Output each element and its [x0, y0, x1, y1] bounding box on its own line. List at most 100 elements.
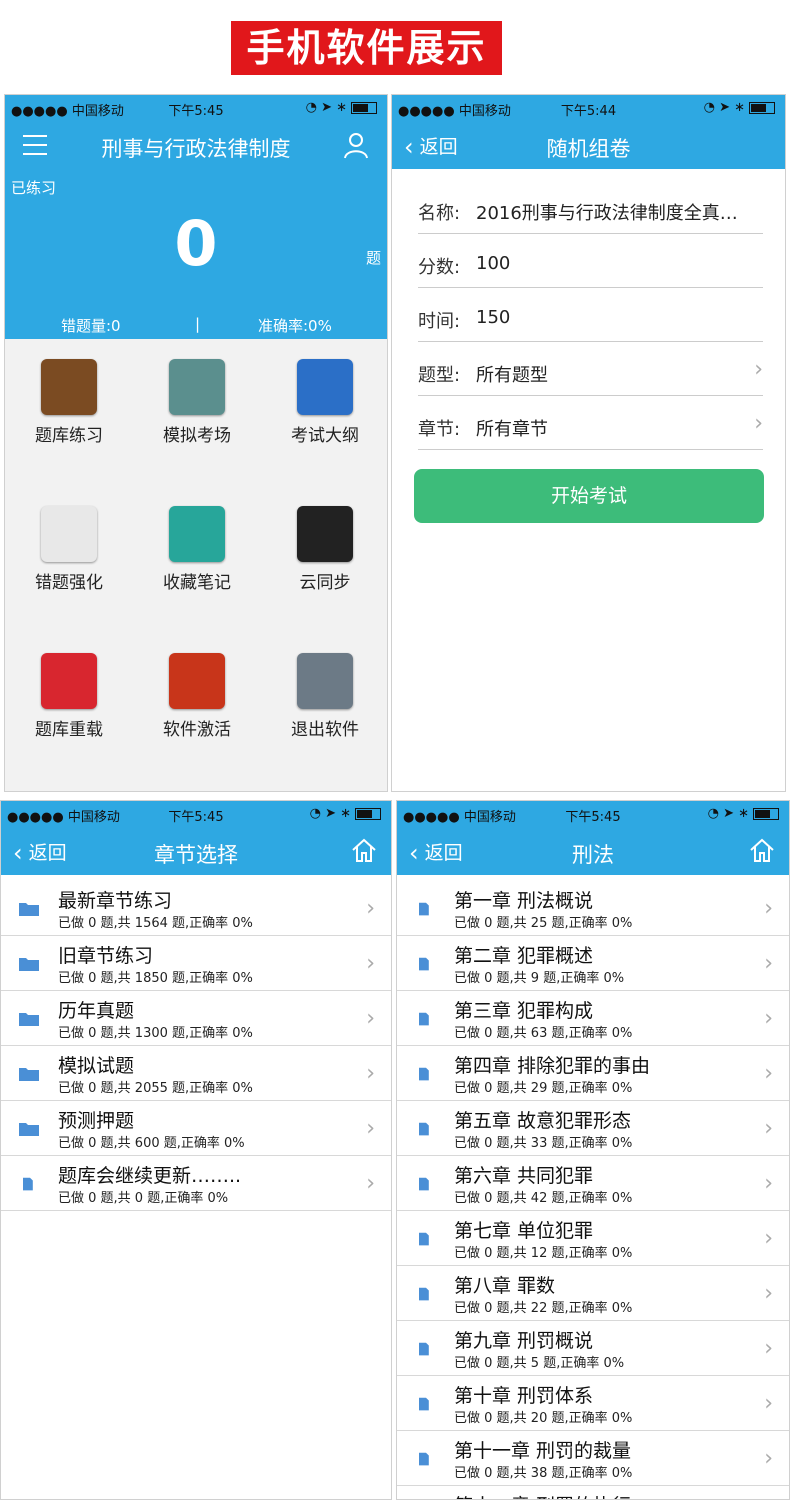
list-item[interactable]: 预测押题 已做 0 题,共 600 题,正确率 0% › — [1, 1101, 391, 1156]
list-item[interactable]: 第十一章 刑罚的裁量 已做 0 题,共 38 题,正确率 0% › — [397, 1431, 789, 1486]
list-item[interactable]: 第八章 罪数 已做 0 题,共 22 题,正确率 0% › — [397, 1266, 789, 1321]
item-title: 第五章 故意犯罪形态 — [454, 1110, 632, 1132]
tile-label: 收藏笔记 — [163, 573, 231, 593]
compass-icon — [297, 359, 353, 415]
item-title: 最新章节练习 — [58, 890, 173, 912]
status-bar: ●●●●● 中国移动 下午5:45 ◔ ➤ ∗ — [5, 95, 387, 121]
chevron-right-icon: › — [764, 1061, 773, 1086]
list-item[interactable]: 旧章节练习 已做 0 题,共 1850 题,正确率 0% › — [1, 936, 391, 991]
form-row: 分数: 100 — [418, 233, 763, 288]
chevron-right-icon: › — [764, 1116, 773, 1141]
tile-note[interactable]: 收藏笔记 — [133, 486, 261, 633]
list-item[interactable]: 第一章 刑法概说 已做 0 题,共 25 题,正确率 0% › — [397, 881, 789, 936]
field-value: 所有题型 — [476, 365, 548, 386]
app-title: 刑事与行政法律制度 — [101, 137, 291, 161]
random-exam-screen: ●●●●● 中国移动 下午5:44 ◔ ➤ ∗ ‹ 返回 随机组卷 名称: 2016… — [391, 94, 786, 792]
document-icon — [419, 1452, 429, 1466]
item-title: 第七章 单位犯罪 — [454, 1220, 594, 1242]
chevron-right-icon: › — [764, 896, 773, 921]
tile-label: 软件激活 — [163, 720, 231, 740]
document-icon — [419, 1232, 429, 1246]
tile-reload[interactable]: 题库重载 — [5, 633, 133, 780]
item-title: 第二章 犯罪概述 — [454, 945, 594, 967]
field-value: 150 — [476, 307, 511, 328]
list-item[interactable]: 第五章 故意犯罪形态 已做 0 题,共 33 题,正确率 0% › — [397, 1101, 789, 1156]
sun-icon — [41, 506, 97, 562]
item-title: 预测押题 — [58, 1110, 135, 1132]
chapter-list: 最新章节练习 已做 0 题,共 1564 题,正确率 0% › 旧章节练习 已做 0 题… — [1, 881, 391, 1211]
form-row[interactable]: 章节: 所有章节 › — [418, 395, 763, 450]
user-icon[interactable] — [343, 131, 369, 159]
form-row: 时间: 150 — [418, 287, 763, 342]
tile-compass[interactable]: 考试大纲 — [261, 339, 387, 486]
list-item[interactable]: 第三章 犯罪构成已做 0 题,共 63 题,正确率 0% › — [397, 991, 789, 1046]
reload-icon — [41, 653, 97, 709]
item-stats: 已做 0 题,共 63 题,正确率 0% — [454, 1026, 633, 1041]
item-stats: 已做 0 题,共 1850 题,正确率 0% — [58, 971, 253, 986]
item-title: 第三章 犯罪构成 — [454, 1000, 594, 1022]
page-title: 章节选择 — [154, 843, 238, 867]
flame-icon — [169, 653, 225, 709]
chevron-right-icon: › — [366, 951, 375, 976]
page-banner: 手机软件展示 — [231, 21, 502, 75]
chevron-right-icon: › — [764, 1391, 773, 1416]
chapters-navbar: ‹ 返回 章节选择 — [1, 827, 391, 875]
item-title: 模拟试题 — [58, 1055, 135, 1077]
tile-clock[interactable]: 模拟考场 — [133, 339, 261, 486]
chevron-right-icon: › — [366, 1006, 375, 1031]
field-label: 章节: — [418, 419, 461, 440]
list-item[interactable]: 第二章 犯罪概述 已做 0 题,共 9 题,正确率 0% › — [397, 936, 789, 991]
item-stats: 已做 0 题,共 9 题,正确率 0% — [454, 971, 625, 986]
tile-phone[interactable]: 退出软件 — [261, 633, 387, 780]
chevron-right-icon: › — [366, 1061, 375, 1086]
tile-hexagon[interactable]: 云同步 — [261, 486, 387, 633]
tile-label: 题库重载 — [35, 720, 103, 740]
tile-label: 题库练习 — [35, 426, 103, 446]
book-icon — [41, 359, 97, 415]
home-icon[interactable] — [749, 837, 775, 863]
list-item[interactable]: 模拟试题已做 0 题,共 2055 题,正确率 0% › — [1, 1046, 391, 1101]
item-stats: 已做 0 题,共 1564 题,正确率 0% — [58, 916, 253, 931]
list-item[interactable]: 第十章 刑罚体系 已做 0 题,共 20 题,正确率 0% › — [397, 1376, 789, 1431]
item-title: 题库会继续更新…….. — [58, 1165, 242, 1187]
clock-icon — [169, 359, 225, 415]
chevron-right-icon: › — [754, 411, 763, 436]
chevron-right-icon: › — [764, 1006, 773, 1031]
home-icon[interactable] — [351, 837, 377, 863]
battery-icon: ◔ ➤ ∗ — [704, 100, 775, 115]
home-screen: ●●●●● 中国移动 下午5:45 ◔ ➤ ∗ 刑事与行政法律制度 已练习 0 … — [4, 94, 388, 792]
list-item[interactable]: 最新章节练习 已做 0 题,共 1564 题,正确率 0% › — [1, 881, 391, 936]
tile-sun[interactable]: 错题强化 — [5, 486, 133, 633]
list-item[interactable]: 第九章 刑罚概说 已做 0 题,共 5 题,正确率 0% › — [397, 1321, 789, 1376]
folder-icon — [19, 1123, 39, 1136]
form-row[interactable]: 题型: 所有题型 › — [418, 341, 763, 396]
list-item[interactable]: 第十二章 刑罚的执行› — [397, 1486, 789, 1499]
list-item[interactable]: 题库会继续更新…….. 已做 0 题,共 0 题,正确率 0% › — [1, 1156, 391, 1211]
hexagon-icon — [297, 506, 353, 562]
chevron-right-icon: › — [764, 1281, 773, 1306]
phone-icon — [297, 653, 353, 709]
list-item[interactable]: 历年真题 已做 0 题,共 1300 题,正确率 0% › — [1, 991, 391, 1046]
item-title: 第一章 刑法概说 — [454, 890, 594, 912]
folder-icon — [19, 1013, 39, 1026]
chevron-right-icon: › — [366, 1116, 375, 1141]
list-item[interactable]: 第四章 排除犯罪的事由 已做 0 题,共 29 题,正确率 0% › — [397, 1046, 789, 1101]
wrong-count: 错题量:0 — [61, 317, 121, 335]
list-item[interactable]: 第六章 共同犯罪 已做 0 题,共 42 题,正确率 0% › — [397, 1156, 789, 1211]
criminal-law-screen: ●●●●● 中国移动 下午5:45 ◔ ➤ ∗ ‹ 返回 刑法 第一章 刑法概说已… — [396, 800, 790, 1500]
start-exam-button[interactable]: 开始考试 — [414, 469, 764, 523]
chevron-right-icon: › — [764, 1336, 773, 1361]
document-icon — [419, 1122, 429, 1136]
item-stats: 已做 0 题,共 2055 题,正确率 0% — [58, 1081, 253, 1096]
tile-label: 错题强化 — [35, 573, 103, 593]
practiced-count: 0 — [174, 207, 218, 280]
battery-icon: ◔ ➤ ∗ — [306, 100, 377, 115]
item-title: 第八章 罪数 — [454, 1275, 556, 1297]
practice-stats: 已练习 0 题 错题量:0 | 准确率:0% — [5, 169, 387, 339]
list-item[interactable]: 第七章 单位犯罪 已做 0 题,共 12 题,正确率 0% › — [397, 1211, 789, 1266]
document-icon — [419, 1067, 429, 1081]
tile-flame[interactable]: 软件激活 — [133, 633, 261, 780]
item-stats: 已做 0 题,共 0 题,正确率 0% — [58, 1191, 229, 1206]
tile-book[interactable]: 题库练习 — [5, 339, 133, 486]
item-title: 第十章 刑罚体系 — [454, 1385, 594, 1407]
